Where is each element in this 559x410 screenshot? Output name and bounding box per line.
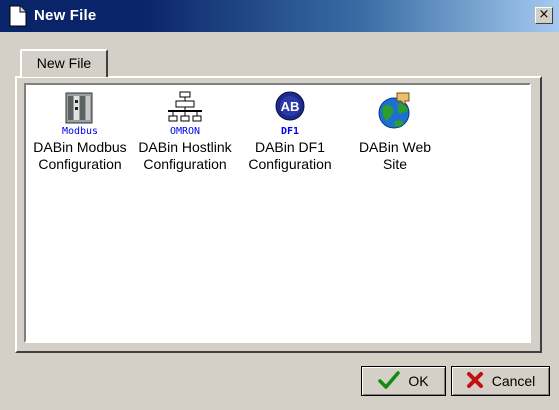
df1-icon-caption: DF1 [280,126,300,137]
list-item-label: DABin Web Site [358,139,432,172]
close-button[interactable]: × [535,7,553,24]
tab-new-file[interactable]: New File [20,49,108,77]
list-item-modbus-config[interactable]: Modbus DABin Modbus Configuration [28,91,132,173]
cancel-button[interactable]: Cancel [451,366,550,396]
cancel-label: Cancel [491,373,536,389]
ab-logo-text: AB [281,99,300,114]
allen-bradley-df1-icon: AB DF1 [270,91,310,137]
tab-panel: Modbus DABin Modbus Configuration OMRON … [15,76,542,353]
list-item-df1-config[interactable]: AB DF1 DABin DF1 Configuration [238,91,342,173]
list-item-label: DABin DF1 Configuration [248,139,332,172]
window-title: New File [34,7,97,24]
modbus-icon-caption: Modbus [61,126,99,137]
ok-button[interactable]: OK [361,366,446,396]
omron-icon-caption: OMRON [169,126,201,137]
web-globe-icon [375,91,415,137]
omron-icon: OMRON [165,91,205,137]
list-item-hostlink-config[interactable]: OMRON DABin Hostlink Configuration [133,91,237,173]
list-item-label: DABin Modbus Configuration [33,139,127,172]
list-item-label: DABin Hostlink Configuration [138,139,232,172]
x-cross-icon [466,371,484,392]
ok-label: OK [408,373,429,389]
title-bar[interactable]: New File × [0,0,559,32]
modbus-icon: Modbus [60,91,100,137]
checkmark-icon [378,370,401,392]
document-icon [9,5,27,27]
list-item-web-site[interactable]: DABin Web Site [343,91,447,173]
new-file-dialog: New File × New File Modbus DABin Modbus … [0,0,559,410]
file-type-list[interactable]: Modbus DABin Modbus Configuration OMRON … [24,83,531,343]
